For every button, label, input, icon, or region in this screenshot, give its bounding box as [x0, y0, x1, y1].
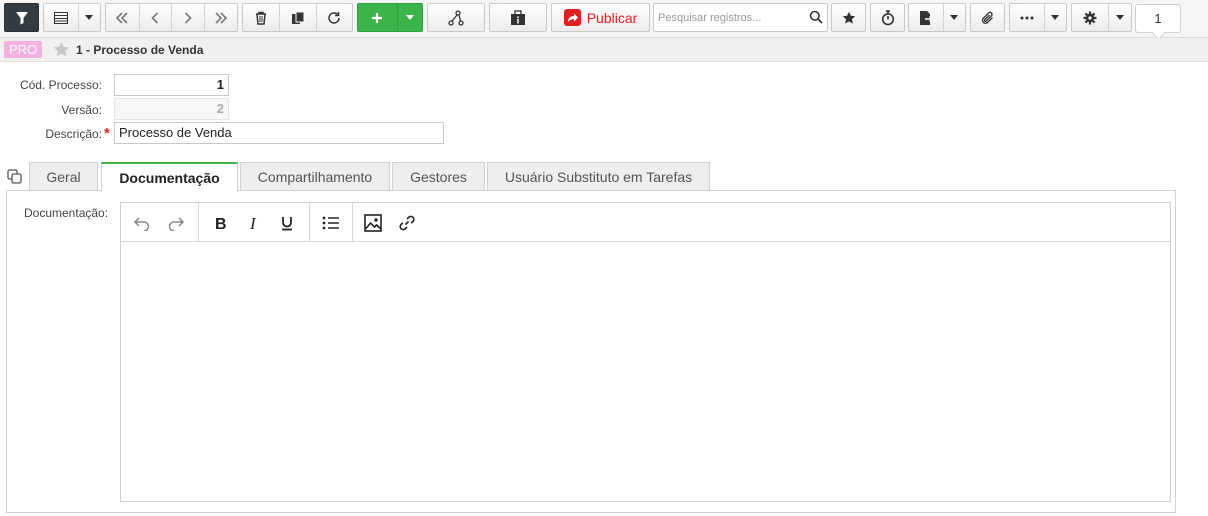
- export-icon[interactable]: [909, 4, 943, 31]
- type-badge: PRO: [4, 41, 43, 58]
- version-field: 2: [114, 98, 229, 120]
- toolbar-divider: [309, 203, 310, 242]
- add-record-button[interactable]: [357, 3, 423, 32]
- svg-text:I: I: [249, 215, 257, 231]
- filter-icon: [5, 4, 38, 31]
- refresh-icon[interactable]: [315, 4, 352, 31]
- info-card-icon: [490, 4, 546, 31]
- description-field[interactable]: Processo de Venda: [114, 122, 444, 144]
- code-field[interactable]: 1: [114, 74, 229, 96]
- duplicate-icon[interactable]: [279, 4, 315, 31]
- image-icon[interactable]: [361, 211, 385, 235]
- chevron-down-icon[interactable]: [942, 4, 965, 31]
- attachment-button[interactable]: [970, 3, 1005, 32]
- tab-usuario-substituto[interactable]: Usuário Substituto em Tarefas: [487, 162, 710, 191]
- stopwatch-icon: [871, 4, 904, 31]
- publish-label: Publicar: [586, 9, 638, 26]
- undo-icon[interactable]: [130, 211, 154, 235]
- toolbar-divider: [352, 203, 353, 242]
- next-record-icon[interactable]: [171, 4, 204, 31]
- copy-icon[interactable]: [7, 169, 23, 188]
- view-mode-button[interactable]: [43, 3, 101, 32]
- bold-icon[interactable]: B: [208, 211, 232, 235]
- info-button[interactable]: [489, 3, 547, 32]
- record-navigation: [105, 3, 238, 32]
- version-label: Versão:: [61, 103, 102, 117]
- flowchart-icon: [428, 4, 484, 31]
- tab-geral[interactable]: Geral: [29, 162, 98, 191]
- more-button[interactable]: [1009, 3, 1067, 32]
- more-icon[interactable]: [1010, 4, 1044, 31]
- favorite-button[interactable]: [831, 3, 866, 32]
- underline-icon[interactable]: [275, 211, 299, 235]
- paperclip-icon: [971, 4, 1004, 31]
- stopwatch-button[interactable]: [870, 3, 905, 32]
- svg-text:B: B: [215, 216, 227, 231]
- chevron-down-icon[interactable]: [396, 4, 422, 31]
- main-toolbar: Publicar Pesquisar registros... 1: [0, 0, 1208, 38]
- search-input[interactable]: [656, 6, 804, 29]
- toolbar-divider: [198, 203, 199, 242]
- required-marker: *: [104, 125, 110, 142]
- redo-icon[interactable]: [164, 211, 188, 235]
- tab-compartilhamento[interactable]: Compartilhamento: [240, 162, 390, 191]
- tab-gestores[interactable]: Gestores: [392, 162, 485, 191]
- filter-button[interactable]: [4, 3, 39, 32]
- description-label: Descrição:: [45, 127, 102, 141]
- editor-toolbar: B I: [121, 203, 1170, 242]
- publish-button[interactable]: Publicar: [551, 3, 650, 32]
- page-title: 1 - Processo de Venda: [76, 43, 204, 57]
- code-label: Cód. Processo:: [19, 78, 102, 92]
- tab-documentacao[interactable]: Documentação: [101, 162, 238, 192]
- settings-button[interactable]: [1071, 3, 1132, 32]
- publish-icon: [563, 9, 581, 26]
- delete-icon[interactable]: [243, 4, 279, 31]
- star-icon[interactable]: [53, 41, 70, 61]
- search-box: [653, 3, 828, 32]
- chevron-down-icon[interactable]: [1043, 4, 1066, 31]
- gear-icon[interactable]: [1072, 4, 1108, 31]
- previous-record-icon[interactable]: [138, 4, 172, 31]
- rich-text-editor: B I: [120, 202, 1171, 502]
- record-counter: 1: [1135, 4, 1181, 33]
- bullet-list-icon[interactable]: [319, 211, 343, 235]
- link-icon[interactable]: [395, 211, 419, 235]
- grid-view-icon[interactable]: [44, 4, 78, 31]
- chevron-down-icon[interactable]: [1107, 4, 1131, 31]
- record-actions: [242, 3, 353, 32]
- editor-content[interactable]: [121, 243, 1170, 501]
- star-icon: [832, 4, 865, 31]
- plus-icon[interactable]: [358, 4, 397, 31]
- search-icon[interactable]: [809, 10, 823, 27]
- export-button[interactable]: [908, 3, 966, 32]
- first-record-icon[interactable]: [106, 4, 139, 31]
- chevron-down-icon[interactable]: [77, 4, 100, 31]
- breadcrumb: PRO 1 - Processo de Venda: [0, 38, 1208, 62]
- documentation-label: Documentação:: [24, 206, 109, 220]
- last-record-icon[interactable]: [203, 4, 238, 31]
- italic-icon[interactable]: I: [242, 211, 266, 235]
- flowchart-button[interactable]: [427, 3, 485, 32]
